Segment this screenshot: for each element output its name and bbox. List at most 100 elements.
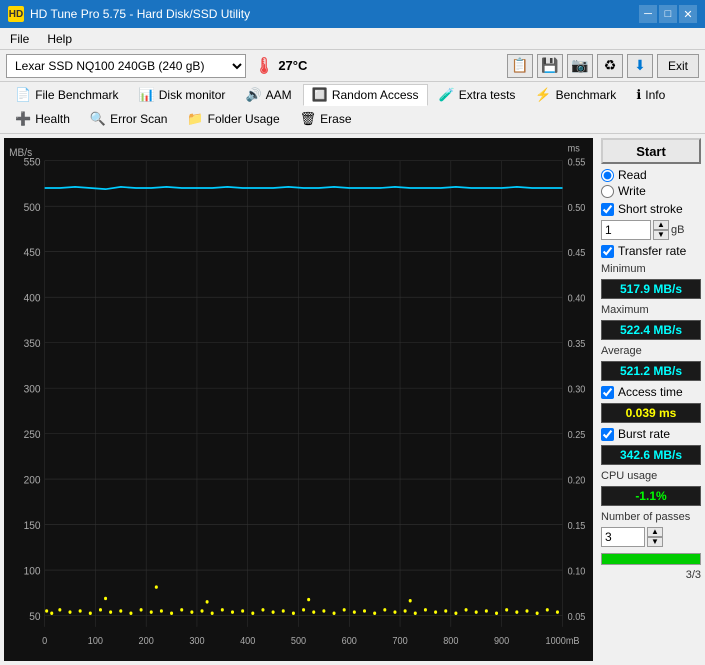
download-icon-btn[interactable]: ⬇	[627, 54, 653, 78]
short-stroke-up-button[interactable]: ▲	[653, 220, 669, 230]
svg-text:0.30: 0.30	[568, 384, 586, 396]
transfer-rate-checkbox[interactable]	[601, 245, 614, 258]
short-stroke-down-button[interactable]: ▼	[653, 230, 669, 240]
burst-rate-label: Burst rate	[618, 427, 670, 441]
read-radio[interactable]	[601, 169, 614, 182]
passes-row: ▲ ▼	[601, 527, 701, 547]
svg-text:MB/s: MB/s	[9, 147, 32, 160]
passes-input[interactable]	[601, 527, 645, 547]
svg-text:600: 600	[342, 636, 358, 648]
tab-folder-usage-label: Folder Usage	[208, 112, 280, 126]
average-label: Average	[601, 345, 701, 357]
tab-disk-monitor-label: Disk monitor	[159, 88, 226, 102]
refresh-icon-btn[interactable]: ♻	[597, 54, 623, 78]
close-button[interactable]: ✕	[679, 5, 697, 23]
tab-extra-tests[interactable]: 🧪 Extra tests	[430, 84, 525, 106]
svg-text:200: 200	[24, 474, 41, 487]
tab-aam-label: AAM	[266, 88, 292, 102]
access-time-checkbox[interactable]	[601, 386, 614, 399]
tab-random-access-label: Random Access	[332, 88, 419, 102]
app-icon: HD	[8, 6, 24, 22]
minimum-label: Minimum	[601, 263, 701, 275]
maximum-label: Maximum	[601, 304, 701, 316]
burst-rate-checkbox[interactable]	[601, 428, 614, 441]
temperature-value: 27°C	[278, 58, 307, 73]
average-value: 521.2 MB/s	[601, 361, 701, 381]
svg-text:200: 200	[139, 636, 155, 648]
info-icon: ℹ	[636, 87, 641, 103]
tab-erase[interactable]: 🗑 Erase	[291, 108, 361, 130]
svg-text:450: 450	[24, 247, 41, 260]
benchmark-icon: ⚡	[535, 87, 551, 103]
camera-icon-btn[interactable]: 📷	[567, 54, 593, 78]
tab-random-access[interactable]: 🔲 Random Access	[303, 84, 428, 106]
tab-error-scan[interactable]: 🔍 Error Scan	[81, 108, 177, 130]
read-radio-label[interactable]: Read	[601, 168, 701, 182]
menu-help[interactable]: Help	[43, 30, 76, 48]
svg-text:0: 0	[42, 636, 48, 648]
chart-wrapper: 550 500 450 400 350 300 250 200 150 100 …	[4, 138, 593, 661]
chart-area: 550 500 450 400 350 300 250 200 150 100 …	[4, 138, 593, 661]
svg-text:500: 500	[24, 201, 41, 214]
toolbar: Lexar SSD NQ100 240GB (240 gB) 🌡 27°C 📋 …	[0, 50, 705, 82]
svg-text:700: 700	[392, 636, 408, 648]
svg-text:0.05: 0.05	[568, 612, 586, 624]
svg-text:500: 500	[291, 636, 307, 648]
svg-text:800: 800	[443, 636, 459, 648]
window-controls: ─ □ ✕	[639, 5, 697, 23]
short-stroke-unit: gB	[671, 224, 684, 236]
file-benchmark-icon: 📄	[15, 87, 31, 103]
title-bar: HD HD Tune Pro 5.75 - Hard Disk/SSD Util…	[0, 0, 705, 28]
menu-file[interactable]: File	[6, 30, 33, 48]
tab-folder-usage[interactable]: 📁 Folder Usage	[178, 108, 288, 130]
svg-text:400: 400	[24, 292, 41, 305]
svg-text:0.15: 0.15	[568, 521, 586, 533]
svg-text:ms: ms	[568, 143, 580, 155]
svg-text:350: 350	[24, 338, 41, 351]
burst-rate-checkbox-label[interactable]: Burst rate	[601, 427, 701, 441]
copy-icon-btn[interactable]: 📋	[507, 54, 533, 78]
access-time-label: Access time	[618, 385, 683, 399]
tab-aam[interactable]: 🔊 AAM	[236, 84, 300, 106]
short-stroke-input[interactable]: 1	[601, 220, 651, 240]
svg-text:900: 900	[494, 636, 510, 648]
svg-text:300: 300	[24, 383, 41, 396]
svg-text:0.40: 0.40	[568, 293, 586, 305]
passes-display: 3/3	[601, 569, 701, 581]
passes-down-button[interactable]: ▼	[647, 537, 663, 547]
read-write-group: Read Write	[601, 168, 701, 198]
short-stroke-spinner-row: 1 ▲ ▼ gB	[601, 220, 701, 240]
transfer-rate-label: Transfer rate	[618, 244, 686, 258]
thermometer-icon: 🌡	[254, 56, 274, 76]
write-radio-label[interactable]: Write	[601, 184, 701, 198]
transfer-rate-checkbox-label[interactable]: Transfer rate	[601, 244, 701, 258]
window-title: HD Tune Pro 5.75 - Hard Disk/SSD Utility	[30, 7, 250, 21]
minimum-value: 517.9 MB/s	[601, 279, 701, 299]
write-radio[interactable]	[601, 185, 614, 198]
main-content: 550 500 450 400 350 300 250 200 150 100 …	[0, 134, 705, 665]
folder-usage-icon: 📁	[187, 111, 203, 127]
short-stroke-label: Short stroke	[618, 202, 683, 216]
tab-file-benchmark-label: File Benchmark	[35, 88, 118, 102]
short-stroke-checkbox[interactable]	[601, 203, 614, 216]
access-time-checkbox-label[interactable]: Access time	[601, 385, 701, 399]
tab-health[interactable]: ➕ Health	[6, 108, 79, 130]
tab-file-benchmark[interactable]: 📄 File Benchmark	[6, 84, 128, 106]
tab-info[interactable]: ℹ Info	[627, 84, 674, 106]
tab-benchmark[interactable]: ⚡ Benchmark	[526, 84, 625, 106]
erase-icon: 🗑	[300, 111, 317, 127]
exit-button[interactable]: Exit	[657, 54, 699, 78]
start-button[interactable]: Start	[601, 138, 701, 164]
maximize-button[interactable]: □	[659, 5, 677, 23]
svg-text:400: 400	[240, 636, 256, 648]
passes-up-button[interactable]: ▲	[647, 527, 663, 537]
device-select[interactable]: Lexar SSD NQ100 240GB (240 gB)	[6, 54, 246, 78]
save-icon-btn[interactable]: 💾	[537, 54, 563, 78]
tab-disk-monitor[interactable]: 📊 Disk monitor	[130, 84, 235, 106]
right-panel: Start Read Write Short stroke 1 ▲ ▼ gB	[597, 134, 705, 665]
random-access-icon: 🔲	[312, 87, 328, 103]
minimize-button[interactable]: ─	[639, 5, 657, 23]
passes-spinner-buttons: ▲ ▼	[647, 527, 663, 547]
short-stroke-checkbox-label[interactable]: Short stroke	[601, 202, 701, 216]
extra-tests-icon: 🧪	[439, 87, 455, 103]
